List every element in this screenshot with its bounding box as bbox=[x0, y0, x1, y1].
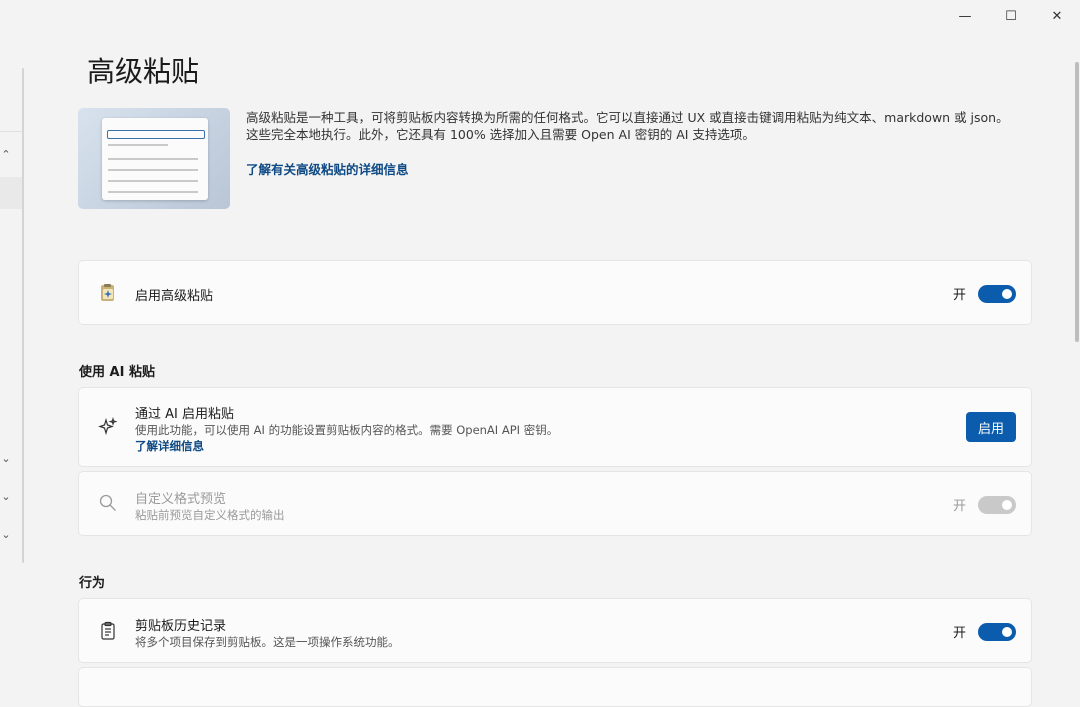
hero-row bbox=[108, 144, 168, 146]
ai-section-header: 使用 AI 粘贴 bbox=[79, 365, 155, 380]
ai-paste-subtitle: 使用此功能，可以使用 AI 的功能设置剪贴板内容的格式。需要 OpenAI AP… bbox=[135, 423, 559, 437]
vertical-scrollbar[interactable] bbox=[1075, 62, 1079, 342]
enable-advanced-paste-title: 启用高级粘贴 bbox=[135, 289, 214, 304]
hero-window-preview bbox=[102, 118, 208, 200]
nav-selected-item[interactable] bbox=[0, 177, 22, 209]
chevron-down-icon[interactable]: ⌄ bbox=[0, 490, 12, 503]
clipboard-history-card: 剪贴板历史记录 将多个项目保存到剪贴板。这是一项操作系统功能。 开 bbox=[78, 598, 1032, 663]
hero-row bbox=[108, 180, 198, 182]
ai-learn-more-link[interactable]: 了解详细信息 bbox=[135, 438, 204, 454]
chevron-up-icon[interactable]: ⌃ bbox=[0, 148, 12, 161]
enable-advanced-paste-card: 启用高级粘贴 开 bbox=[78, 260, 1032, 325]
ai-paste-card: 通过 AI 启用粘贴 使用此功能，可以使用 AI 的功能设置剪贴板内容的格式。需… bbox=[78, 387, 1032, 467]
custom-format-preview-toggle[interactable] bbox=[978, 495, 1016, 514]
hero-row bbox=[108, 169, 198, 171]
page-description: 高级粘贴是一种工具，可将剪贴板内容转换为所需的任何格式。它可以直接通过 UX 或… bbox=[246, 110, 1009, 142]
enable-ai-button[interactable]: 启用 bbox=[966, 412, 1016, 442]
nav-pane-border bbox=[22, 68, 24, 563]
custom-format-title: 自定义格式预览 bbox=[135, 492, 227, 507]
clipboard-history-toggle[interactable] bbox=[978, 622, 1016, 641]
toggle-state-label: 开 bbox=[952, 288, 966, 303]
learn-more-link[interactable]: 了解有关高级粘贴的详细信息 bbox=[246, 159, 409, 178]
hero-row bbox=[108, 158, 198, 160]
close-button[interactable]: ✕ bbox=[1034, 0, 1080, 32]
maximize-button[interactable]: ☐ bbox=[988, 0, 1034, 32]
ai-paste-title: 通过 AI 启用粘贴 bbox=[135, 407, 234, 422]
next-setting-card bbox=[78, 667, 1032, 707]
toggle-state-label: 开 bbox=[952, 499, 966, 514]
clipboard-toggle-wrap: 开 bbox=[953, 622, 1016, 641]
minimize-button[interactable]: — bbox=[942, 0, 988, 32]
enable-toggle-wrap: 开 bbox=[953, 284, 1016, 303]
custom-format-preview-card: 自定义格式预览 粘贴前预览自定义格式的输出 开 bbox=[78, 471, 1032, 536]
chevron-down-icon[interactable]: ⌄ bbox=[0, 452, 12, 465]
hero-input-preview bbox=[107, 130, 205, 139]
chevron-down-icon[interactable]: ⌄ bbox=[0, 528, 12, 541]
clipboard-history-title: 剪贴板历史记录 bbox=[135, 619, 227, 634]
nav-divider bbox=[0, 131, 24, 132]
hero-row bbox=[108, 191, 198, 193]
search-icon bbox=[97, 492, 119, 514]
clipboard-icon bbox=[97, 620, 119, 642]
window-controls: — ☐ ✕ bbox=[942, 0, 1080, 32]
paste-app-icon bbox=[97, 282, 119, 304]
custom-format-toggle-wrap: 开 bbox=[953, 495, 1016, 514]
page-title: 高级粘贴 bbox=[87, 55, 200, 88]
behavior-section-header: 行为 bbox=[79, 576, 106, 591]
clipboard-history-subtitle: 将多个项目保存到剪贴板。这是一项操作系统功能。 bbox=[135, 635, 400, 649]
hero-image bbox=[78, 108, 230, 209]
sparkle-icon bbox=[97, 416, 119, 438]
toggle-state-label: 开 bbox=[952, 626, 966, 641]
enable-advanced-paste-toggle[interactable] bbox=[978, 284, 1016, 303]
custom-format-subtitle: 粘贴前预览自定义格式的输出 bbox=[135, 508, 285, 522]
